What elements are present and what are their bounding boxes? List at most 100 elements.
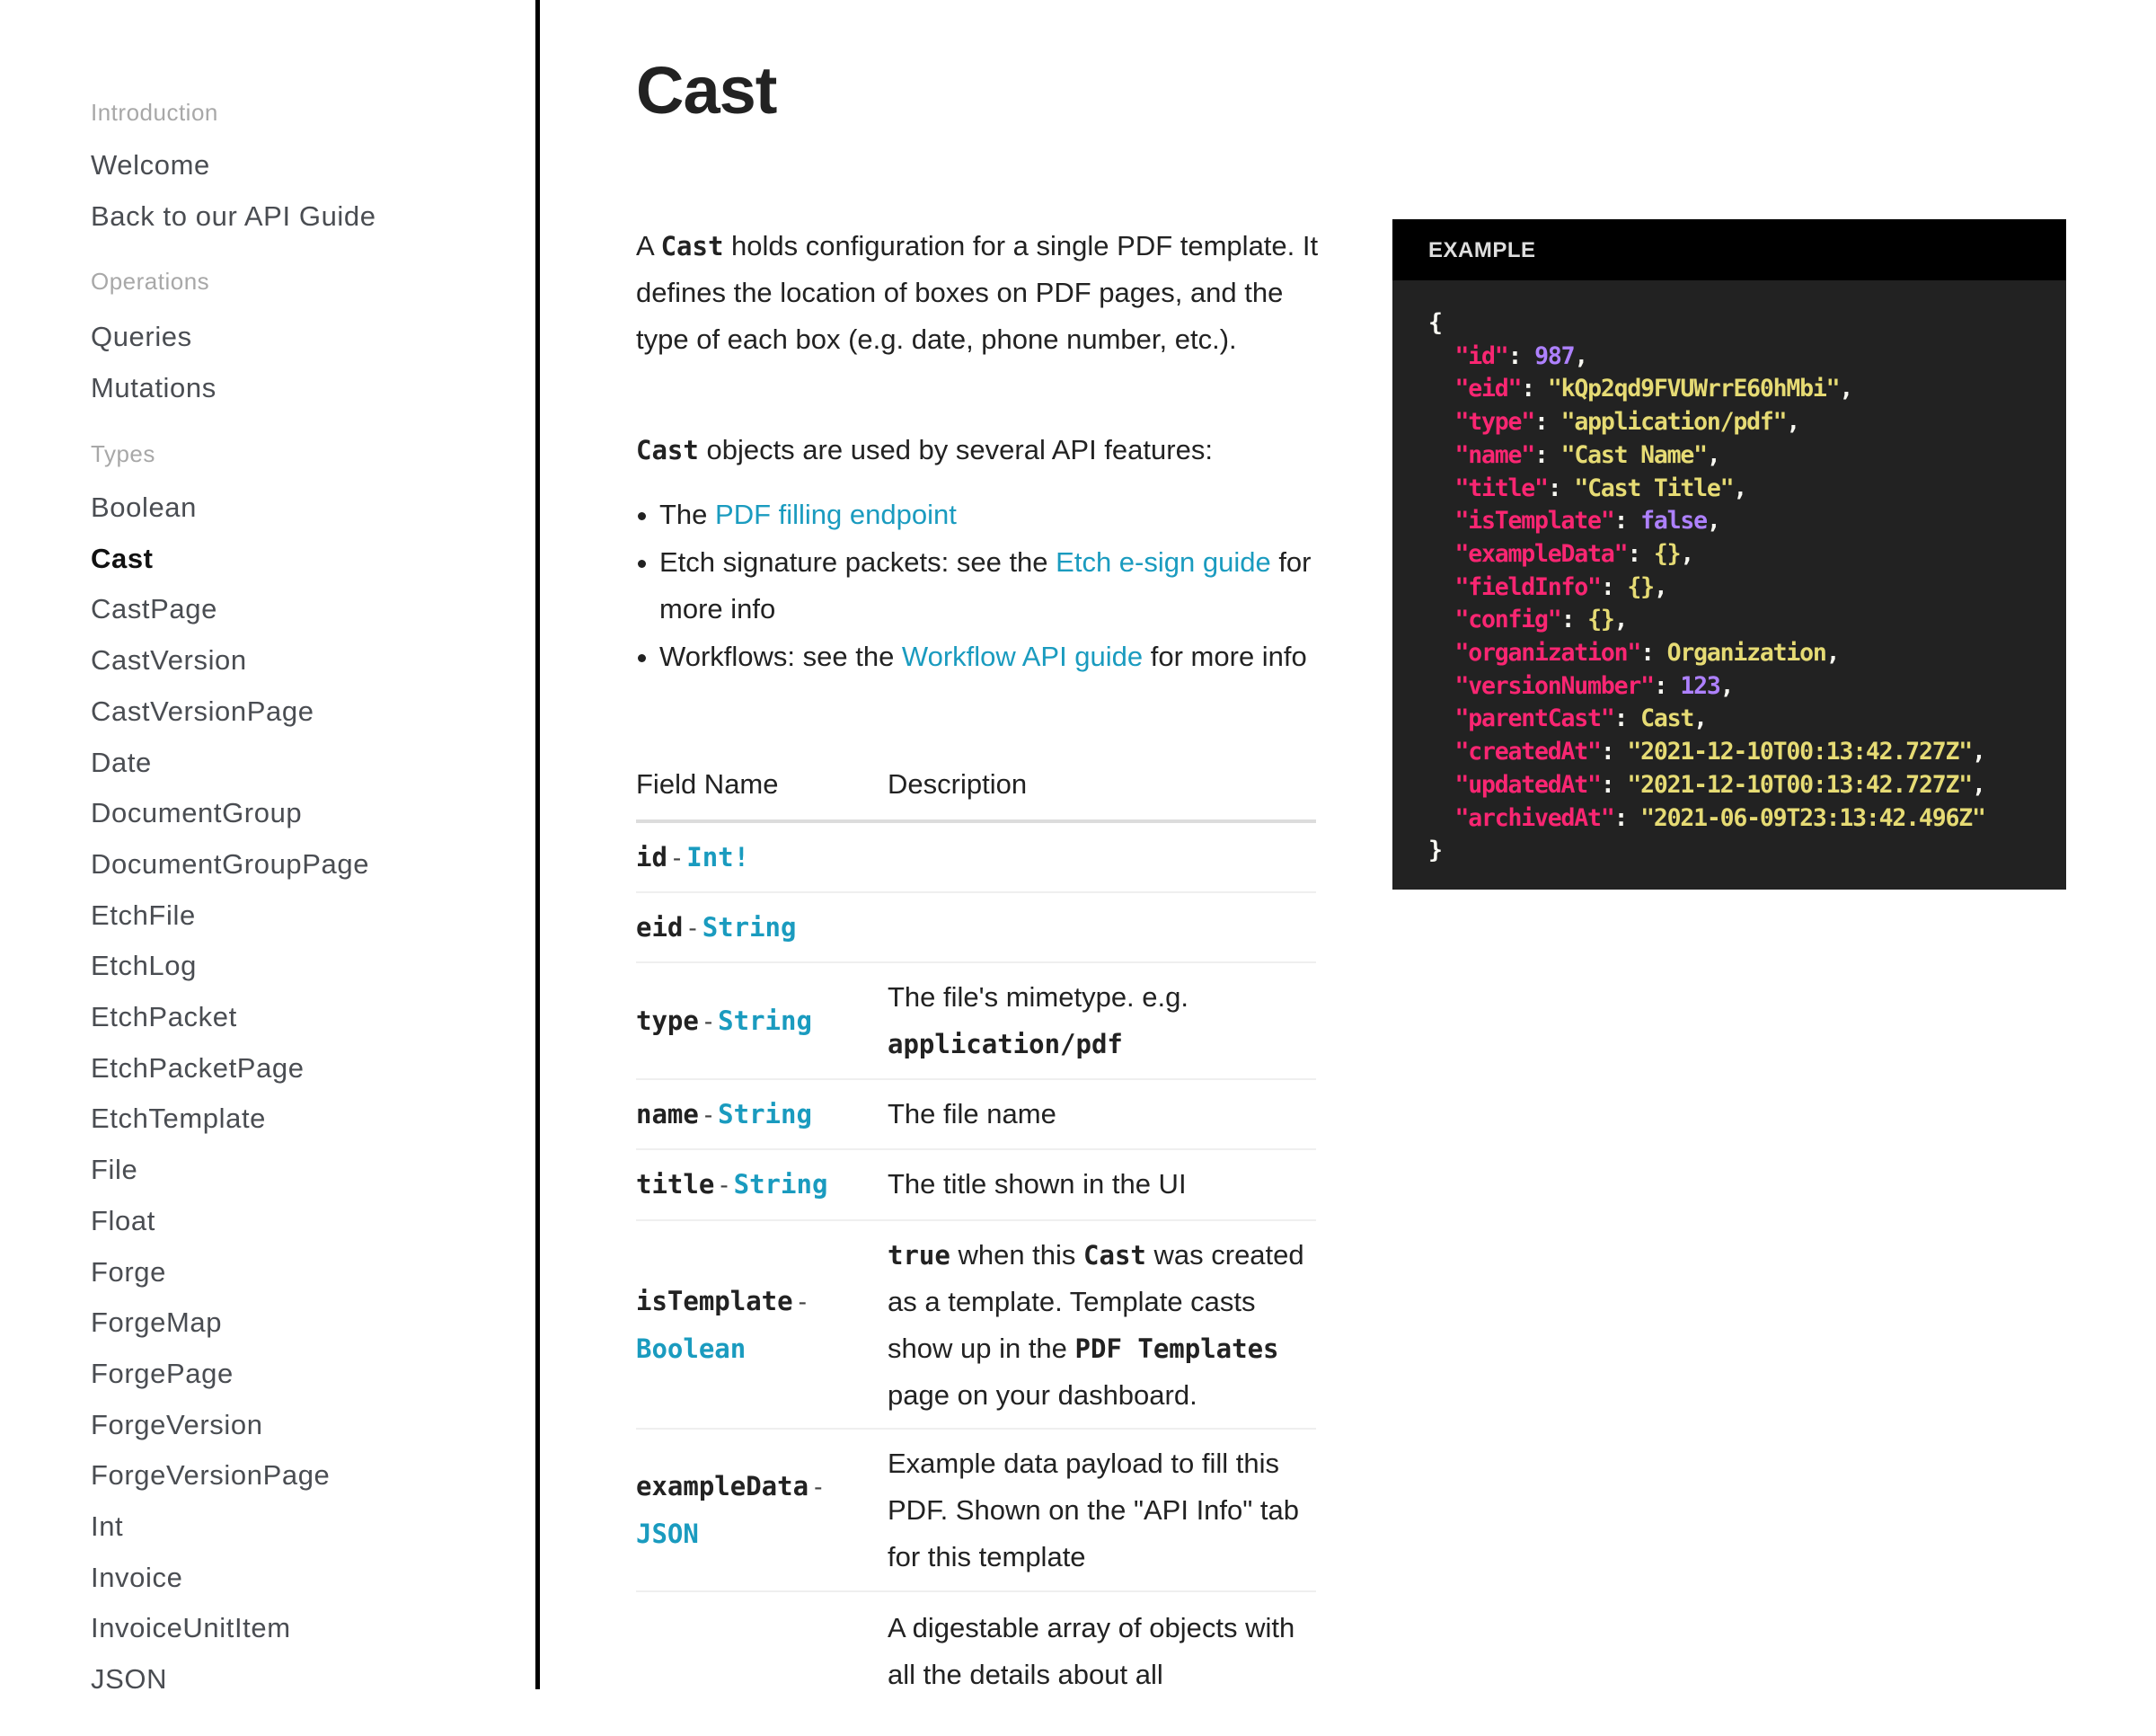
field-name: eid (636, 911, 684, 943)
workflow-api-guide-link[interactable]: Workflow API guide (902, 641, 1143, 672)
sidebar-item-file[interactable]: File (91, 1154, 137, 1186)
field-type-link[interactable]: String (734, 1169, 828, 1200)
code-colon: : (1613, 803, 1641, 832)
sidebar-item-mutations[interactable]: Mutations (91, 372, 216, 404)
code-key: "id" (1454, 341, 1509, 370)
code-value: false (1640, 507, 1708, 536)
intro-text-rest: holds configuration for a single PDF tem… (636, 230, 1319, 355)
sidebar-item-date[interactable]: Date (91, 747, 152, 779)
sidebar-item-forgemap[interactable]: ForgeMap (91, 1306, 222, 1339)
sidebar-section-operations: Operations (91, 268, 210, 295)
sidebar-item-forge[interactable]: Forge (91, 1256, 166, 1289)
sidebar-item-castversion[interactable]: CastVersion (91, 644, 247, 677)
sidebar-item-float[interactable]: Float (91, 1205, 155, 1237)
field-cell: exampleData - JSON (636, 1430, 879, 1590)
code-value: 123 (1680, 671, 1720, 700)
sidebar-item-invoice[interactable]: Invoice (91, 1562, 182, 1594)
sidebar-item-documentgroup[interactable]: DocumentGroup (91, 797, 302, 829)
separator: - (798, 1287, 807, 1315)
table-header: Field Name Description (636, 759, 1316, 823)
field-type-link[interactable]: String (702, 912, 797, 943)
description-text: A digestable array of objects with all t… (888, 1612, 1295, 1690)
table-row: eid - String (636, 893, 1316, 963)
code-colon: : (1600, 572, 1628, 601)
code-punct: , (1825, 639, 1841, 668)
description-text: Example data payload to fill this PDF. S… (888, 1448, 1299, 1572)
sidebar-item-back-to-our-api-guide[interactable]: Back to our API Guide (91, 200, 376, 233)
sidebar-item-queries[interactable]: Queries (91, 321, 192, 353)
code-punct: , (1613, 606, 1629, 634)
code-key: "eid" (1454, 375, 1523, 403)
code-key: "isTemplate" (1454, 507, 1615, 536)
code-punct: , (1653, 572, 1668, 601)
example-label: EXAMPLE (1428, 238, 1536, 262)
field-name: title (636, 1169, 715, 1200)
list-item-text: The (659, 499, 716, 530)
sidebar-item-welcome[interactable]: Welcome (91, 149, 210, 182)
field-type-link[interactable]: String (718, 1099, 812, 1129)
header-field-name: Field Name (636, 768, 779, 800)
pdf-templates-code: PDF Templates (1074, 1333, 1279, 1364)
code-punct: , (1719, 671, 1735, 700)
sidebar-item-etchpacketpage[interactable]: EtchPacketPage (91, 1052, 305, 1085)
sidebar-item-forgepage[interactable]: ForgePage (91, 1358, 234, 1390)
intro-paragraph: A Cast holds configuration for a single … (636, 223, 1319, 363)
etch-esign-guide-link[interactable]: Etch e-sign guide (1056, 546, 1271, 578)
code-punct: , (1971, 770, 1986, 799)
sidebar-item-castversionpage[interactable]: CastVersionPage (91, 695, 314, 728)
sidebar-item-json[interactable]: JSON (91, 1663, 167, 1696)
example-json-code: { "id": 987, "eid": "kQp2qd9FVUWrrE60hMb… (1428, 307, 1986, 868)
field-cell: eid - String (636, 893, 879, 961)
separator: - (672, 843, 682, 872)
code-value: "Cast Title" (1574, 474, 1734, 502)
field-type-link[interactable]: String (718, 1005, 812, 1036)
list-item-text: Etch signature packets: see the (659, 545, 1056, 578)
sidebar-item-forgeversion[interactable]: ForgeVersion (91, 1409, 263, 1441)
separator: - (720, 1171, 729, 1199)
field-type-link[interactable]: Boolean (636, 1333, 746, 1364)
sidebar-item-int[interactable]: Int (91, 1510, 123, 1543)
header-description: Description (888, 768, 1028, 800)
pdf-filling-endpoint-link[interactable]: PDF filling endpoint (715, 499, 957, 530)
description-cell: true when this Cast was created as a tem… (888, 1221, 1319, 1419)
code-punct: , (1971, 738, 1986, 766)
sidebar-item-invoiceunititem[interactable]: InvoiceUnitItem (91, 1612, 291, 1644)
description-cell: A digestable array of objects with all t… (888, 1592, 1319, 1698)
description-cell: The file name (888, 1080, 1319, 1138)
description-cell: Example data payload to fill this PDF. S… (888, 1430, 1319, 1581)
description-cell: The title shown in the UI (888, 1150, 1319, 1208)
sidebar-item-castpage[interactable]: CastPage (91, 593, 217, 625)
code-value: {} (1627, 572, 1655, 601)
code-key: "updatedAt" (1454, 770, 1603, 799)
code-punct: , (1574, 341, 1588, 370)
sidebar-item-etchfile[interactable]: EtchFile (91, 899, 196, 932)
sidebar-item-documentgrouppage[interactable]: DocumentGroupPage (91, 848, 369, 881)
sidebar-item-etchlog[interactable]: EtchLog (91, 950, 197, 982)
code-key: "type" (1454, 408, 1536, 437)
sidebar-item-etchtemplate[interactable]: EtchTemplate (91, 1103, 266, 1135)
example-header: EXAMPLE (1392, 219, 2066, 280)
sidebar-item-forgeversionpage[interactable]: ForgeVersionPage (91, 1459, 330, 1492)
code-key: "config" (1454, 606, 1562, 634)
code-colon: : (1534, 440, 1561, 469)
list-item-text: for more info (1143, 640, 1307, 672)
list-item: The PDF filling endpoint (636, 492, 1319, 539)
field-name: isTemplate (636, 1285, 793, 1316)
code-key: "archivedAt" (1454, 803, 1615, 832)
code-punct: , (1733, 474, 1747, 502)
code-value: Organization (1666, 639, 1827, 668)
sidebar-item-cast[interactable]: Cast (91, 543, 154, 575)
sidebar-item-boolean[interactable]: Boolean (91, 492, 197, 524)
table-row: name - String The file name (636, 1080, 1316, 1150)
field-cell: title - String (636, 1150, 879, 1219)
sidebar-item-etchpacket[interactable]: EtchPacket (91, 1001, 237, 1033)
code-value: "application/pdf" (1560, 408, 1788, 437)
field-cell: type - String (636, 963, 879, 1078)
field-type-link[interactable]: JSON (636, 1519, 699, 1549)
code-punct: , (1693, 704, 1708, 733)
separator: - (814, 1473, 823, 1501)
field-type-link[interactable]: Int! (686, 842, 749, 872)
code-key: "versionNumber" (1454, 671, 1656, 700)
usage-paragraph: Cast objects are used by several API fea… (636, 427, 1319, 474)
field-name: exampleData (636, 1471, 809, 1501)
